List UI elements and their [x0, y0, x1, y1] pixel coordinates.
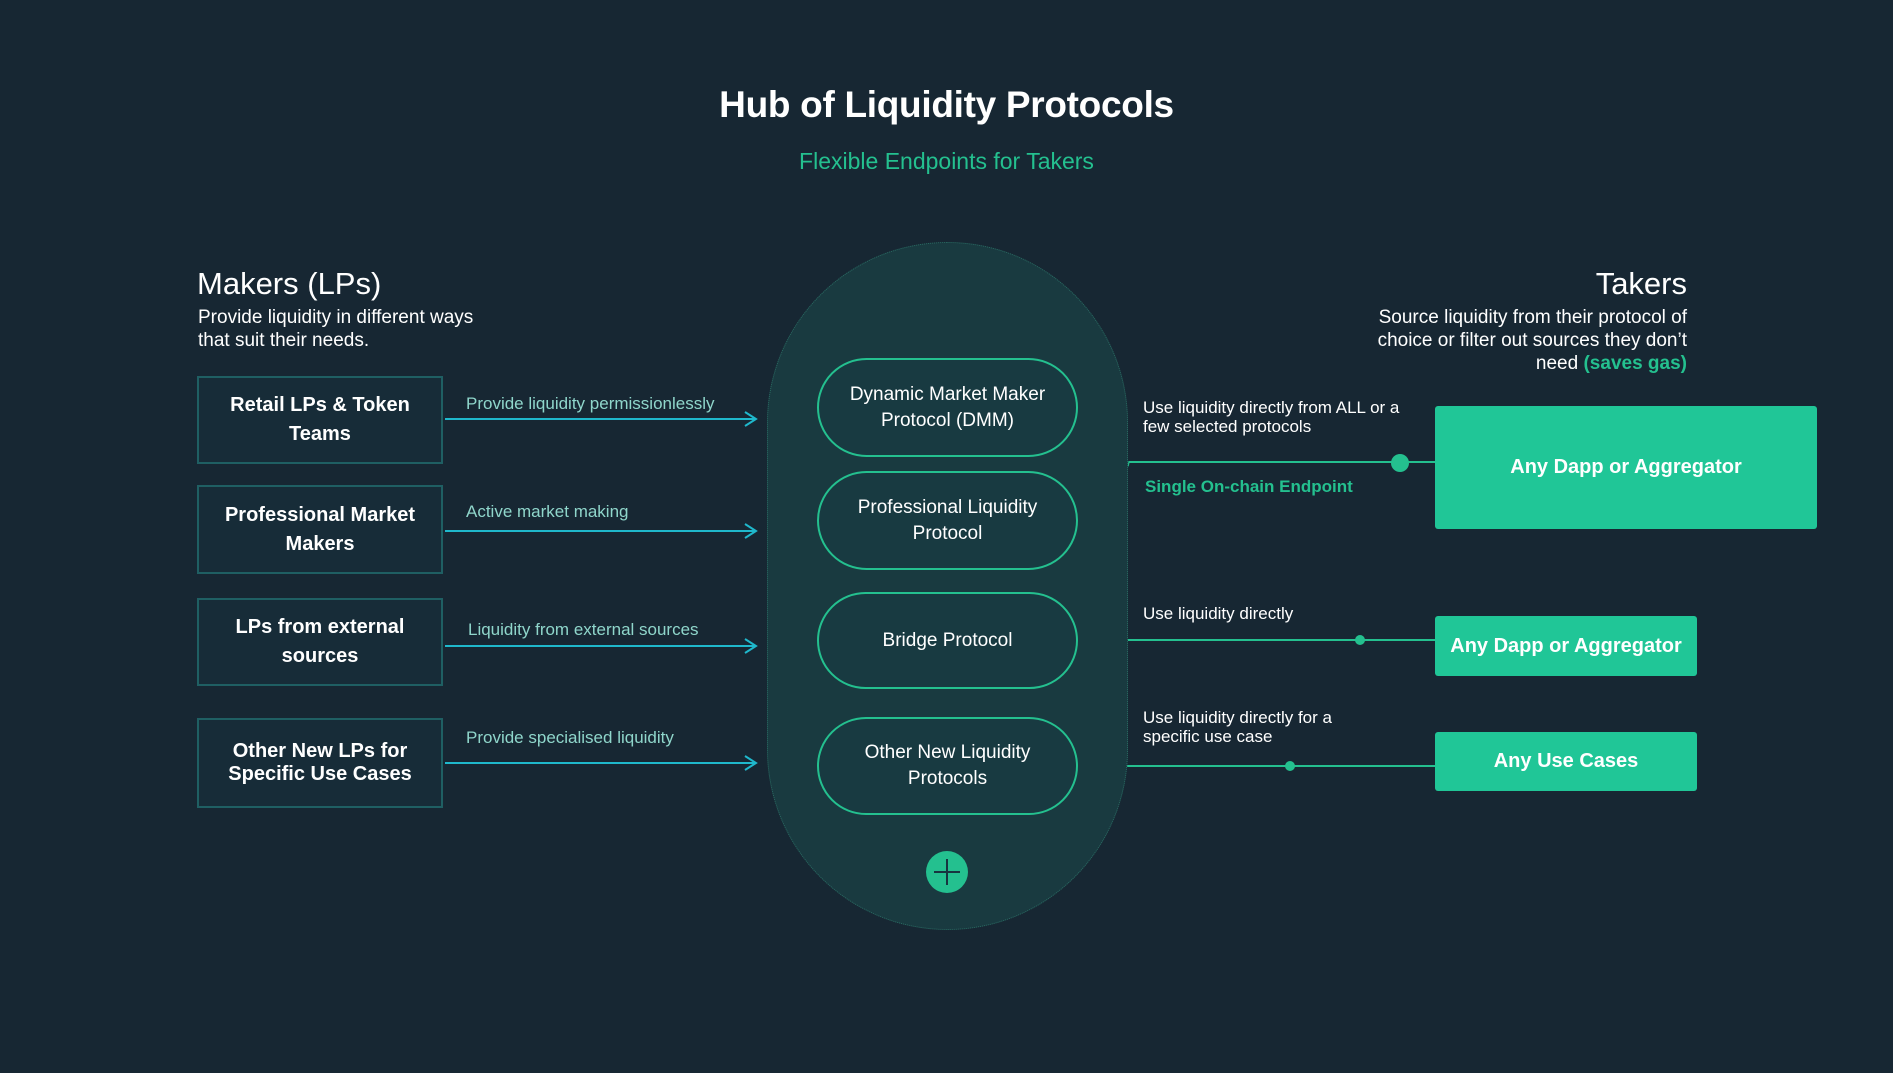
plus-icon[interactable] — [926, 851, 968, 893]
protocol-pill-bridge[interactable]: Bridge Protocol — [817, 592, 1078, 689]
maker-box-retail[interactable]: Retail LPs & Token Teams — [197, 376, 443, 464]
page-subtitle: Flexible Endpoints for Takers — [799, 148, 1094, 174]
route-label-all: Use liquidity directly from ALL or a few… — [1143, 398, 1400, 436]
protocol-pill-dmm[interactable]: Dynamic Market Maker Protocol (DMM) — [817, 358, 1078, 457]
taker-box-dapp-aggregator-1[interactable]: Any Dapp or Aggregator — [1435, 406, 1817, 529]
route-dot-direct — [1355, 635, 1365, 645]
makers-description: Provide liquidity in different ways that… — [198, 307, 474, 351]
maker-box-professional[interactable]: Professional Market Makers — [197, 485, 443, 574]
arrow-label-retail: Provide liquidity permissionlessly — [466, 394, 715, 413]
arrow-label-other: Provide specialised liquidity — [466, 728, 674, 747]
takers-description: Source liquidity from their protocol of … — [1347, 306, 1687, 375]
route-label-use-case: Use liquidity directly for a specific us… — [1143, 708, 1332, 746]
route-label-direct: Use liquidity directly — [1143, 604, 1294, 623]
page-title: Hub of Liquidity Protocols — [719, 84, 1174, 125]
arrow-label-professional: Active market making — [466, 502, 629, 521]
protocol-pill-professional[interactable]: Professional Liquidity Protocol — [817, 471, 1078, 570]
maker-box-other[interactable]: Other New LPs for Specific Use Cases — [197, 718, 443, 808]
protocol-pill-other[interactable]: Other New Liquidity Protocols — [817, 717, 1078, 815]
taker-box-use-cases[interactable]: Any Use Cases — [1435, 732, 1697, 791]
route-dot-all — [1391, 454, 1409, 472]
taker-box-dapp-aggregator-2[interactable]: Any Dapp or Aggregator — [1435, 616, 1697, 676]
saves-gas-highlight: (saves gas) — [1583, 353, 1687, 374]
makers-heading: Makers (LPs) — [197, 266, 382, 301]
arrow-label-external: Liquidity from external sources — [468, 620, 699, 639]
route-dot-use-case — [1285, 761, 1295, 771]
maker-box-external[interactable]: LPs from external sources — [197, 598, 443, 686]
takers-heading: Takers — [1595, 266, 1687, 301]
protocol-hub — [767, 242, 1128, 930]
single-endpoint-label: Single On-chain Endpoint — [1145, 477, 1353, 496]
